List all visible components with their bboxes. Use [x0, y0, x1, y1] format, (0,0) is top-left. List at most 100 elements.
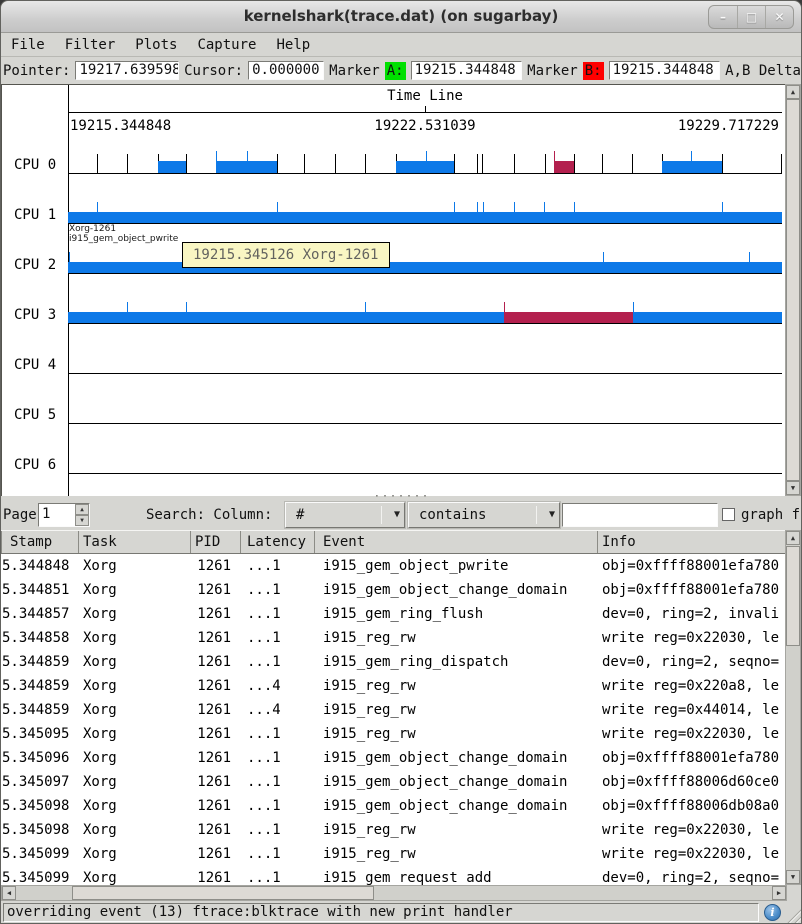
cpu-row-6[interactable]	[68, 434, 782, 474]
cpu-row-0[interactable]	[68, 134, 782, 174]
table-row[interactable]: 5.345099Xorg1261...1i915_gem_request_add…	[1, 866, 787, 885]
task-tick-blue	[426, 151, 427, 161]
cell-stamp: 5.344858	[1, 626, 79, 650]
cell-latency: ...1	[241, 770, 315, 794]
cpu-row-5[interactable]	[68, 384, 782, 424]
arrow-down-icon: ▼	[791, 873, 795, 881]
cursor-value: 0.000000	[248, 61, 324, 80]
task-bar-blue[interactable]	[662, 161, 722, 173]
minimize-button[interactable]: –	[709, 6, 737, 28]
column-header-task[interactable]: Task	[79, 531, 191, 553]
table-scroll-up-button[interactable]: ▲	[786, 531, 800, 545]
scroll-left-button[interactable]: ◀	[2, 886, 16, 900]
cpu-label-3: CPU 3	[14, 307, 56, 323]
task-bar-blue[interactable]	[216, 161, 277, 173]
timeline-graph[interactable]: Time Line 19215.344848 19222.531039 1922…	[1, 84, 802, 496]
ab-delta-label: A,B Delta	[725, 63, 801, 79]
cell-info: obj=0xffff88006db08a0	[598, 794, 787, 818]
task-bar-full[interactable]	[68, 262, 782, 273]
match-select[interactable]: contains ▼	[408, 502, 560, 528]
table-row[interactable]: 5.344848Xorg1261...1i915_gem_object_pwri…	[1, 554, 787, 578]
title-bar[interactable]: kernelshark(trace.dat) (on sugarbay) – □…	[1, 1, 801, 33]
page-spin-up-button[interactable]: ▲	[75, 504, 89, 515]
table-scroll-thumb[interactable]	[786, 546, 800, 646]
task-bar-blue[interactable]	[158, 161, 186, 173]
task-bar-red[interactable]	[504, 312, 634, 323]
hscroll-thumb[interactable]	[72, 886, 374, 900]
cell-stamp: 5.344859	[1, 698, 79, 722]
menu-item-plots[interactable]: Plots	[125, 35, 187, 55]
cell-stamp: 5.345097	[1, 770, 79, 794]
spin-up-icon: ▲	[80, 506, 84, 513]
info-icon[interactable]: i	[764, 904, 781, 921]
cell-event: i915_gem_object_change_domain	[315, 578, 598, 602]
table-row[interactable]: 5.344851Xorg1261...1i915_gem_object_chan…	[1, 578, 787, 602]
cell-event: i915_gem_object_change_domain	[315, 794, 598, 818]
cell-event: i915_gem_ring_dispatch	[315, 650, 598, 674]
resize-grip[interactable]	[785, 907, 801, 923]
cell-latency: ...1	[241, 818, 315, 842]
task-bar-full[interactable]	[68, 212, 782, 223]
column-header-stamp[interactable]: Stamp	[1, 531, 79, 553]
table-row[interactable]: 5.344857Xorg1261...1i915_gem_ring_flushd…	[1, 602, 787, 626]
graph-follows-checkbox[interactable]	[722, 508, 735, 521]
scroll-right-button[interactable]: ▶	[772, 886, 786, 900]
table-vertical-scrollbar[interactable]: ▲ ▼	[785, 530, 801, 885]
column-header-pid[interactable]: PID	[191, 531, 241, 553]
status-bar: overriding event (13) ftrace:blktrace wi…	[1, 901, 801, 924]
column-select[interactable]: # ▼	[285, 502, 405, 528]
cell-info: dev=0, ring=2, invali	[598, 602, 787, 626]
graph-vertical-scrollbar[interactable]: ▲ ▼	[785, 84, 801, 496]
menu-item-help[interactable]: Help	[266, 35, 320, 55]
page-value: 1	[42, 506, 50, 522]
cpu-row-3[interactable]	[68, 284, 782, 324]
column-header-info[interactable]: Info	[598, 531, 787, 553]
task-bar-blue[interactable]	[396, 161, 455, 173]
task-bar-red[interactable]	[554, 161, 574, 173]
task-tick-blue	[477, 202, 478, 212]
table-row[interactable]: 5.344858Xorg1261...1i915_reg_rwwrite reg…	[1, 626, 787, 650]
table-row[interactable]: 5.344859Xorg1261...4i915_reg_rwwrite reg…	[1, 698, 787, 722]
cell-stamp: 5.344859	[1, 674, 79, 698]
table-row[interactable]: 5.345098Xorg1261...1i915_reg_rwwrite reg…	[1, 818, 787, 842]
cell-latency: ...1	[241, 650, 315, 674]
cell-latency: ...1	[241, 866, 315, 885]
match-select-value: contains	[419, 507, 486, 523]
table-row[interactable]: 5.345095Xorg1261...1i915_reg_rwwrite reg…	[1, 722, 787, 746]
cell-info: write reg=0x22030, le	[598, 722, 787, 746]
column-header-event[interactable]: Event	[315, 531, 598, 553]
cell-stamp: 5.344848	[1, 554, 79, 578]
search-input[interactable]	[562, 503, 718, 527]
table-row[interactable]: 5.345097Xorg1261...1i915_gem_object_chan…	[1, 770, 787, 794]
page-spinbox[interactable]: 1 ▲ ▼	[38, 503, 90, 527]
table-row[interactable]: 5.345096Xorg1261...1i915_gem_object_chan…	[1, 746, 787, 770]
table-scroll-down-button[interactable]: ▼	[786, 870, 800, 884]
table-row[interactable]: 5.345099Xorg1261...1i915_reg_rwwrite reg…	[1, 842, 787, 866]
window-buttons: – □ ✕	[708, 5, 794, 29]
menu-item-capture[interactable]: Capture	[187, 35, 266, 55]
cell-latency: ...1	[241, 578, 315, 602]
maximize-button[interactable]: □	[737, 6, 765, 28]
graph-scroll-down-button[interactable]: ▼	[786, 481, 800, 495]
column-header-latency[interactable]: Latency	[241, 531, 315, 553]
cpu-row-4[interactable]	[68, 334, 782, 374]
task-bar-full[interactable]	[68, 312, 782, 323]
close-button[interactable]: ✕	[765, 6, 793, 28]
event-tick	[545, 154, 546, 173]
cell-event: i915_reg_rw	[315, 818, 598, 842]
cell-task: Xorg	[79, 746, 191, 770]
cell-latency: ...4	[241, 698, 315, 722]
graph-scroll-thumb[interactable]	[786, 99, 800, 481]
cpu-row-1[interactable]	[68, 184, 782, 224]
page-spin-down-button[interactable]: ▼	[75, 515, 89, 526]
event-table[interactable]: 5.344848Xorg1261...1i915_gem_object_pwri…	[1, 554, 787, 885]
axis-label-mid: 19222.531039	[282, 118, 568, 134]
table-horizontal-scrollbar[interactable]: ◀ ▶	[1, 885, 787, 901]
table-row[interactable]: 5.345098Xorg1261...1i915_gem_object_chan…	[1, 794, 787, 818]
menu-item-filter[interactable]: Filter	[55, 35, 126, 55]
graph-scroll-up-button[interactable]: ▲	[786, 85, 800, 99]
table-row[interactable]: 5.344859Xorg1261...1i915_gem_ring_dispat…	[1, 650, 787, 674]
menu-item-file[interactable]: File	[1, 35, 55, 55]
cell-event: i915_gem_ring_flush	[315, 602, 598, 626]
table-row[interactable]: 5.344859Xorg1261...4i915_reg_rwwrite reg…	[1, 674, 787, 698]
